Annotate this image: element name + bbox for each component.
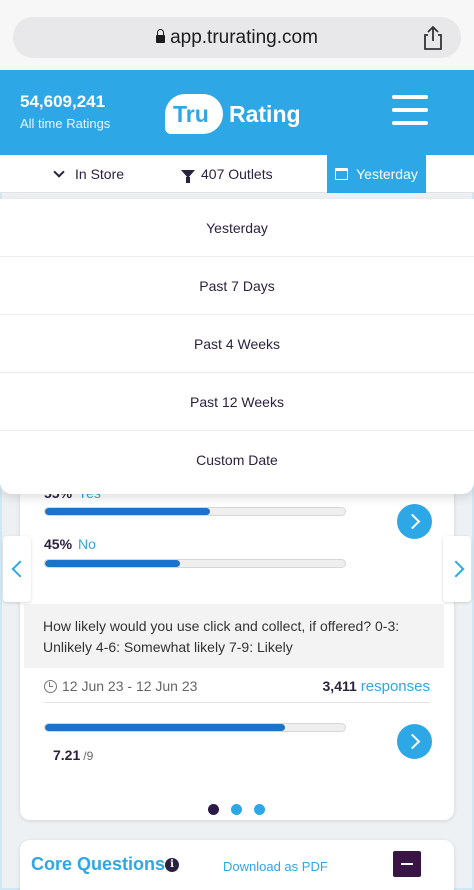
score-max: /9: [83, 749, 94, 763]
clock-icon: [44, 679, 57, 693]
carousel-next-button[interactable]: [443, 536, 471, 602]
app-header: 54,609,241 All time Ratings Tru Rating: [0, 70, 474, 155]
answer-yes-bar-fill: [45, 508, 210, 515]
divider: [44, 702, 430, 703]
menu-icon[interactable]: [392, 95, 428, 125]
score-details-button[interactable]: [397, 724, 432, 759]
address-bar[interactable]: app.trurating.com: [13, 17, 461, 58]
share-icon[interactable]: [421, 25, 445, 51]
outlets-filter[interactable]: 407 Outlets: [181, 155, 273, 193]
ratings-label: All time Ratings: [20, 116, 111, 131]
filter-icon: [181, 170, 195, 183]
date-filter[interactable]: Yesterday: [327, 155, 426, 193]
url-display[interactable]: app.trurating.com: [13, 27, 461, 49]
chevron-down-icon: [53, 166, 65, 178]
question-text: How likely would you use click and colle…: [24, 604, 444, 668]
channel-filter-label: In Store: [75, 166, 125, 182]
ratings-count: 54,609,241: [20, 92, 106, 111]
responses-count: 3,411 responses: [322, 678, 430, 695]
url-text: app.trurating.com: [170, 27, 318, 48]
answer-no-bar-fill: [45, 560, 180, 567]
answer-yes-bar: [44, 507, 346, 516]
trurating-logo[interactable]: Tru Rating: [165, 94, 315, 134]
date-option-custom-date[interactable]: Custom Date: [0, 431, 474, 489]
lock-icon: [156, 29, 166, 43]
score-bar-fill: [45, 724, 286, 731]
answer-details-button[interactable]: [397, 504, 432, 539]
carousel-dot-1[interactable]: [208, 804, 219, 815]
core-questions-panel: Core Questions i Download as PDF: [20, 840, 454, 890]
logo-text-tru: Tru: [173, 101, 209, 127]
responses-label: responses: [360, 678, 430, 695]
date-option-yesterday[interactable]: Yesterday: [0, 199, 474, 257]
carousel-prev-button[interactable]: [3, 536, 31, 602]
date-option-past-12-weeks[interactable]: Past 12 Weeks: [0, 373, 474, 431]
carousel-dot-2[interactable]: [231, 804, 242, 815]
answer-no-bar: [44, 559, 346, 568]
core-questions-title: Core Questions: [31, 854, 166, 874]
question-date-range: 12 Jun 23 - 12 Jun 23: [44, 678, 197, 694]
answer-no-label: No: [78, 536, 96, 552]
download-pdf-link[interactable]: Download as PDF: [223, 859, 328, 874]
outlets-filter-label: 407 Outlets: [201, 166, 273, 182]
score-bar: [44, 723, 346, 732]
collapse-button[interactable]: [393, 851, 421, 877]
browser-bar: app.trurating.com: [0, 0, 474, 70]
carousel-pagination: [208, 804, 265, 815]
date-dropdown-menu: Yesterday Past 7 Days Past 4 Weeks Past …: [0, 199, 474, 494]
logo-text-rating: Rating: [229, 101, 301, 127]
carousel-dot-3[interactable]: [254, 804, 265, 815]
date-filter-label: Yesterday: [356, 166, 418, 182]
date-option-past-4-weeks[interactable]: Past 4 Weeks: [0, 315, 474, 373]
info-icon[interactable]: i: [165, 858, 179, 872]
date-option-past-7-days[interactable]: Past 7 Days: [0, 257, 474, 315]
answer-no-percent: 45% No: [44, 536, 96, 552]
question-results-card: 55%Yes 45%No How likely would you use cl…: [20, 480, 454, 820]
calendar-icon: [335, 168, 349, 180]
score-value: 7.21/9: [53, 747, 94, 763]
filter-bar: In Store 407 Outlets Yesterday: [0, 155, 474, 193]
channel-filter[interactable]: In Store: [53, 155, 125, 193]
